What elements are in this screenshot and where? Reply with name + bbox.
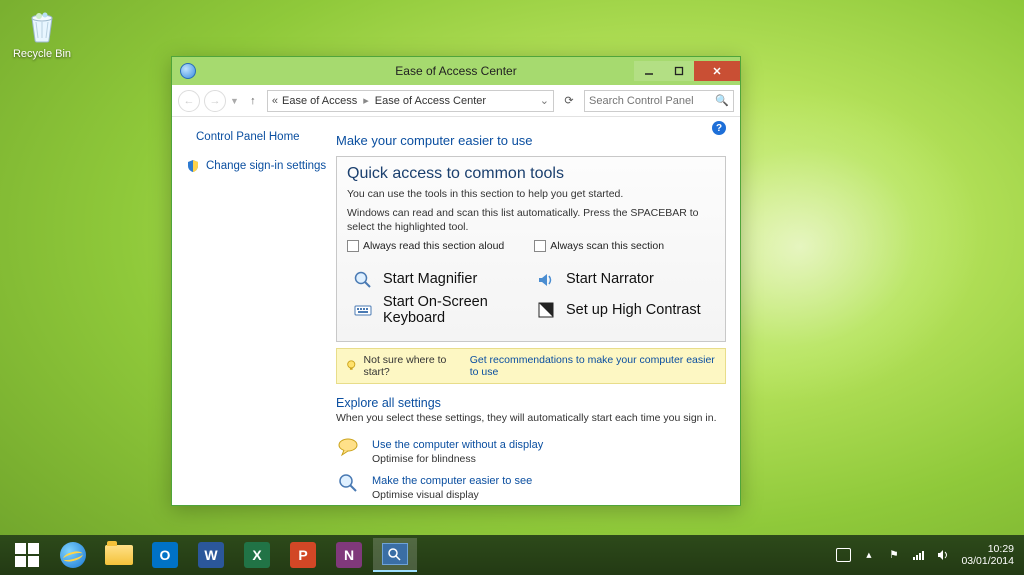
outlook-icon: O: [152, 542, 178, 568]
checkbox-read-aloud[interactable]: Always read this section aloud: [347, 240, 504, 252]
speech-icon: [336, 435, 362, 457]
taskbar-powerpoint[interactable]: P: [281, 538, 325, 572]
contrast-icon: [536, 300, 556, 320]
taskbar-onenote[interactable]: N: [327, 538, 371, 572]
search-input[interactable]: [589, 95, 711, 107]
excel-icon: X: [244, 542, 270, 568]
checkbox-scan[interactable]: Always scan this section: [534, 240, 664, 252]
tray-overflow-icon[interactable]: ▴: [861, 548, 876, 563]
start-button[interactable]: [5, 538, 49, 572]
ie-icon: [60, 542, 86, 568]
setting-link[interactable]: Use the computer without a display: [372, 439, 543, 451]
folder-icon: [105, 545, 133, 565]
window-ease-of-access: Ease of Access Center ← → ▼ ↑ « Ease of …: [171, 56, 741, 506]
tool-label: Start Magnifier: [383, 271, 477, 288]
back-button[interactable]: ←: [178, 90, 200, 112]
tool-onscreen-keyboard[interactable]: Start On-Screen Keyboard: [353, 294, 526, 327]
tool-label: Start Narrator: [566, 271, 654, 288]
address-bar[interactable]: « Ease of Access ▸ Ease of Access Center…: [267, 90, 554, 112]
taskbar-excel[interactable]: X: [235, 538, 279, 572]
taskbar-ie[interactable]: [51, 538, 95, 572]
hint-link[interactable]: Get recommendations to make your compute…: [470, 354, 717, 378]
setting-easier-to-see[interactable]: Make the computer easier to see Optimise …: [336, 468, 726, 504]
setting-desc: Optimise for blindness: [372, 453, 543, 465]
chevron-right-icon: ▸: [363, 94, 369, 107]
setting-link[interactable]: Make the computer easier to see: [372, 475, 532, 487]
forward-button[interactable]: →: [204, 90, 226, 112]
search-icon: 🔍: [715, 94, 729, 107]
setting-without-display[interactable]: Use the computer without a display Optimi…: [336, 432, 726, 468]
bulb-icon: [345, 359, 358, 373]
quick-access-title: Quick access to common tools: [347, 165, 715, 183]
taskbar-word[interactable]: W: [189, 538, 233, 572]
narrator-icon: [536, 270, 556, 290]
explore-sub: When you select these settings, they wil…: [336, 412, 726, 424]
hint-text: Not sure where to start?: [364, 354, 464, 378]
recycle-bin[interactable]: Recycle Bin: [8, 6, 76, 60]
up-button[interactable]: ↑: [243, 91, 263, 111]
sidebar-item-signin[interactable]: Change sign-in settings: [180, 157, 328, 175]
taskbar: O W X P N ▴ ⚑ 10:29 03/01/2014: [0, 535, 1024, 575]
titlebar[interactable]: Ease of Access Center: [172, 57, 740, 85]
tool-label: Set up High Contrast: [566, 302, 701, 319]
windows-logo-icon: [15, 543, 39, 567]
network-icon[interactable]: [911, 548, 926, 563]
search-box[interactable]: 🔍: [584, 90, 734, 112]
address-dropdown[interactable]: ⌄: [540, 94, 549, 107]
magnify-icon: [336, 471, 362, 493]
clock[interactable]: 10:29 03/01/2014: [961, 543, 1014, 567]
tool-start-magnifier[interactable]: Start Magnifier: [353, 270, 526, 290]
word-icon: W: [198, 542, 224, 568]
shield-icon: [186, 159, 200, 173]
globe-icon: «: [272, 95, 278, 107]
magnifier-icon: [353, 270, 373, 290]
explore-heading: Explore all settings: [336, 396, 726, 410]
date: 03/01/2014: [961, 555, 1014, 567]
keyboard-icon: [353, 300, 373, 320]
app-icon: [180, 63, 196, 79]
time: 10:29: [961, 543, 1014, 555]
tool-start-narrator[interactable]: Start Narrator: [536, 270, 709, 290]
desktop: Recycle Bin Ease of Access Center ← → ▼ …: [0, 0, 1024, 575]
onenote-icon: N: [336, 542, 362, 568]
taskbar-explorer[interactable]: [97, 538, 141, 572]
checkbox-icon: [347, 240, 359, 252]
nav-toolbar: ← → ▼ ↑ « Ease of Access ▸ Ease of Acces…: [172, 85, 740, 117]
close-button[interactable]: [694, 61, 740, 81]
quick-access-p2: Windows can read and scan this list auto…: [347, 206, 715, 234]
help-button[interactable]: ?: [712, 121, 726, 135]
breadcrumb-ease-of-access[interactable]: Ease of Access: [282, 95, 357, 107]
sidebar: Control Panel Home Change sign-in settin…: [172, 117, 336, 505]
powerpoint-icon: P: [290, 542, 316, 568]
quick-access-panel: Quick access to common tools You can use…: [336, 156, 726, 342]
control-panel-home-link[interactable]: Control Panel Home: [180, 131, 328, 143]
refresh-button[interactable]: ⟳: [558, 90, 580, 112]
breadcrumb-eoa-center[interactable]: Ease of Access Center: [375, 95, 486, 107]
quick-access-p1: You can use the tools in this section to…: [347, 187, 715, 201]
maximize-button[interactable]: [664, 61, 694, 81]
tool-high-contrast[interactable]: Set up High Contrast: [536, 294, 709, 327]
system-tray: ▴ ⚑ 10:29 03/01/2014: [836, 543, 1020, 567]
content-pane: ? Make your computer easier to use Quick…: [336, 117, 740, 505]
taskbar-outlook[interactable]: O: [143, 538, 187, 572]
eoa-taskbar-icon: [382, 543, 408, 565]
page-heading: Make your computer easier to use: [336, 133, 726, 148]
minimize-button[interactable]: [634, 61, 664, 81]
taskbar-ease-of-access[interactable]: [373, 538, 417, 572]
checkbox-icon: [534, 240, 546, 252]
volume-icon[interactable]: [936, 548, 951, 563]
action-center-icon[interactable]: ⚑: [886, 548, 901, 563]
hint-bar: Not sure where to start? Get recommendat…: [336, 348, 726, 384]
setting-desc: Optimise visual display: [372, 489, 532, 501]
recycle-bin-icon: [22, 6, 62, 46]
sidebar-item-label: Change sign-in settings: [206, 160, 326, 172]
recycle-bin-label: Recycle Bin: [8, 48, 76, 60]
onscreen-keyboard-tray-icon[interactable]: [836, 548, 851, 563]
tool-label: Start On-Screen Keyboard: [383, 294, 526, 327]
setting-without-mouse[interactable]: Use the computer without a mouse or keyb…: [336, 504, 726, 505]
